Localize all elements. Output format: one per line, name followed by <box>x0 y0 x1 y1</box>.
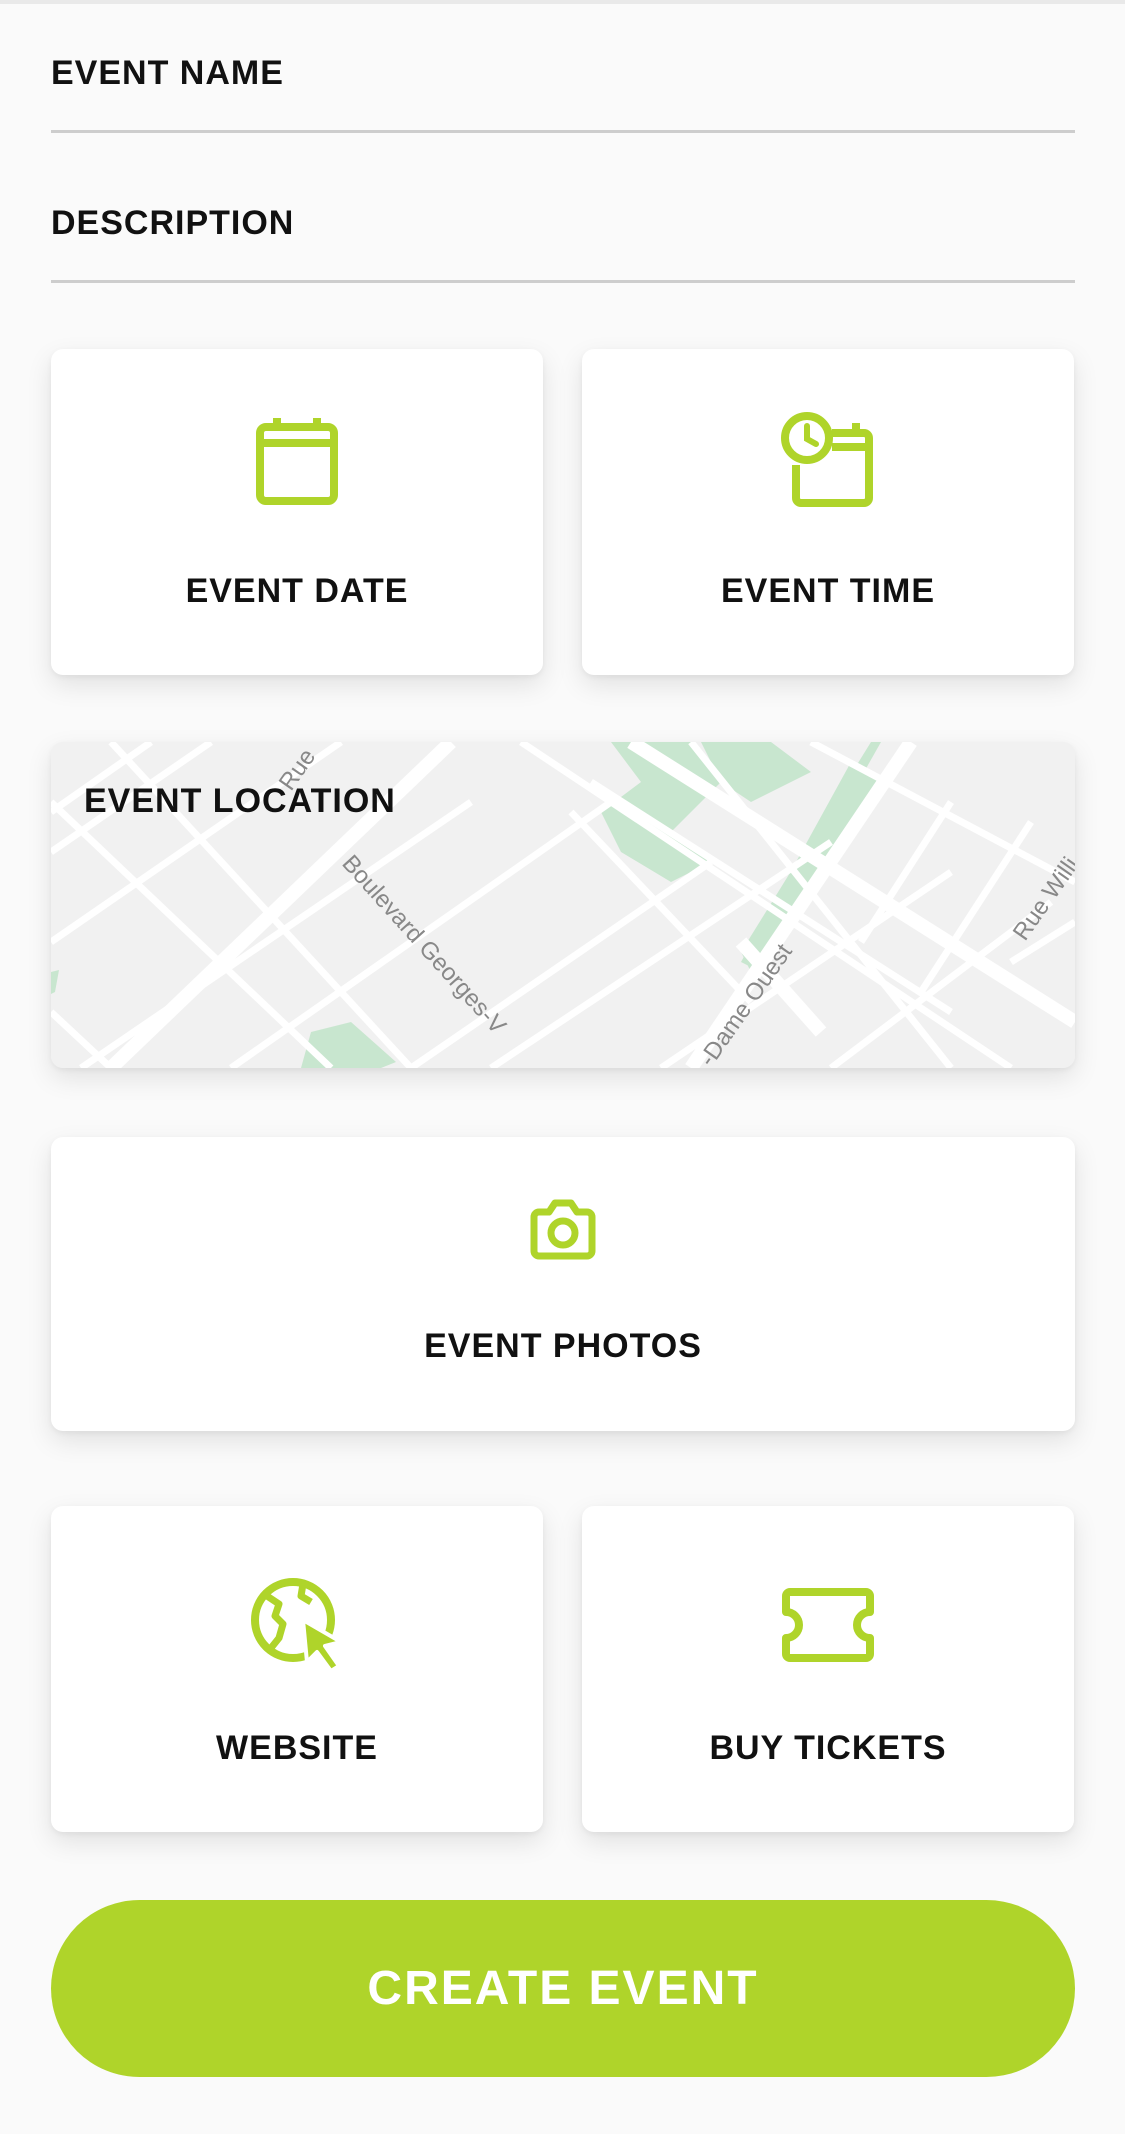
calendar-icon <box>256 418 338 505</box>
description-label: DESCRIPTION <box>51 204 295 242</box>
ticket-icon <box>782 1588 874 1662</box>
website-label: WEBSITE <box>216 1729 378 1767</box>
event-date-button[interactable]: EVENT DATE <box>51 349 543 675</box>
event-photos-button[interactable]: EVENT PHOTOS <box>51 1137 1075 1431</box>
globe-cursor-icon <box>251 1578 343 1672</box>
event-location-map[interactable]: Rue Boulevard Georges-V -Dame Ouest Rue … <box>51 742 1075 1068</box>
camera-icon <box>530 1199 596 1260</box>
event-time-button[interactable]: EVENT TIME <box>582 349 1074 675</box>
event-time-label: EVENT TIME <box>720 572 936 610</box>
top-divider <box>0 0 1125 4</box>
create-event-button[interactable]: CREATE EVENT <box>51 1900 1075 2077</box>
event-name-field[interactable]: EVENT NAME <box>51 40 1075 133</box>
buy-tickets-label: BUY TICKETS <box>709 1729 947 1767</box>
event-name-label: EVENT NAME <box>51 54 284 92</box>
buy-tickets-button[interactable]: BUY TICKETS <box>582 1506 1074 1832</box>
website-button[interactable]: WEBSITE <box>51 1506 543 1832</box>
event-photos-label: EVENT PHOTOS <box>424 1327 702 1365</box>
description-field[interactable]: DESCRIPTION <box>51 190 1075 283</box>
clock-calendar-icon <box>781 412 873 507</box>
event-location-label: EVENT LOCATION <box>84 782 396 820</box>
event-date-label: EVENT DATE <box>185 572 409 610</box>
